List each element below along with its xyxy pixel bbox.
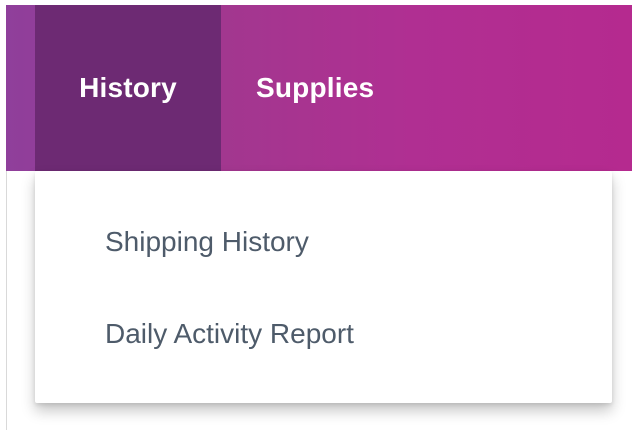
nav-item-supplies[interactable]: Supplies <box>240 5 410 171</box>
menu-item-shipping-history[interactable]: Shipping History <box>105 220 309 264</box>
left-border-line <box>6 170 7 430</box>
nav-item-history[interactable]: History <box>35 5 221 171</box>
page: History Supplies Shipping History Daily … <box>0 0 632 430</box>
top-nav-bar: History Supplies <box>6 5 632 171</box>
menu-item-daily-activity-report[interactable]: Daily Activity Report <box>105 312 354 356</box>
history-dropdown-menu: Shipping History Daily Activity Report <box>35 171 612 403</box>
